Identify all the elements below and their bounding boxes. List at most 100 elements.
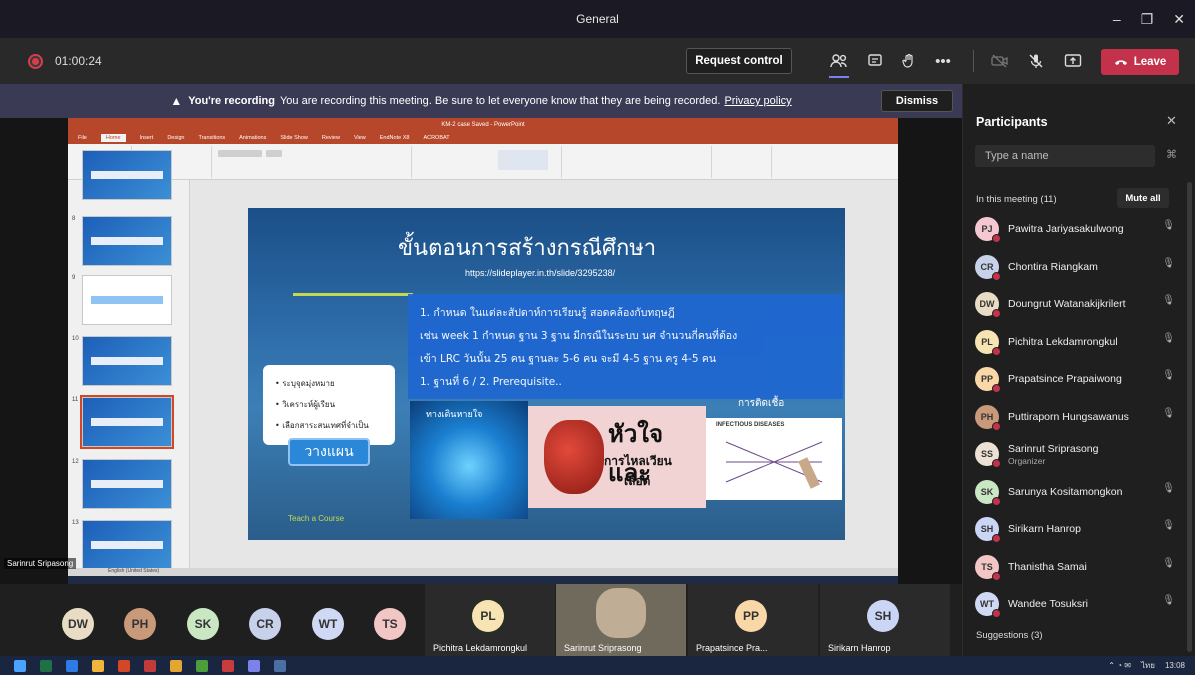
video-tile[interactable]: SH Sirikarn Hanrop <box>820 584 950 656</box>
slide-thumbnail-selected[interactable] <box>80 395 174 449</box>
ppt-tab[interactable]: ACROBAT <box>423 135 449 141</box>
share-screen-icon[interactable] <box>1062 50 1084 72</box>
tray-icons[interactable]: ⌃ ◔ ✉ <box>1108 661 1131 670</box>
participant-row[interactable]: SH Sirikarn Hanrop 🎙 <box>975 516 1175 543</box>
chrome-icon[interactable] <box>196 659 208 672</box>
close-window-button[interactable]: ✕ <box>1173 11 1185 28</box>
participant-row[interactable]: PL Pichitra Lekdamrongkul 🎙 <box>975 329 1175 356</box>
strip-avatar[interactable]: SK <box>187 608 219 640</box>
windows-start-icon[interactable] <box>14 659 26 672</box>
ppt-tab[interactable]: Animations <box>239 135 266 141</box>
mic-muted-icon[interactable]: 🎙 <box>1162 483 1175 494</box>
status-dot-icon <box>992 459 1001 468</box>
ppt-tab[interactable]: Slide Show <box>280 135 308 141</box>
mic-muted-icon[interactable] <box>1025 50 1047 72</box>
mic-muted-icon[interactable]: 🎙 <box>1162 558 1175 569</box>
slide-thumbnail[interactable] <box>82 275 172 325</box>
edge-icon[interactable] <box>66 659 78 672</box>
ppt-tab[interactable]: Review <box>322 135 340 141</box>
ppt-tab[interactable]: EndNote X8 <box>380 135 410 141</box>
participant-row[interactable]: TS Thanistha Samai 🎙 <box>975 554 1175 581</box>
mute-all-button[interactable]: Mute all <box>1117 188 1169 208</box>
chat-icon[interactable] <box>864 50 886 72</box>
strip-avatar[interactable]: WT <box>312 608 344 640</box>
mic-muted-icon[interactable]: 🎙 <box>1162 408 1175 419</box>
mic-muted-icon[interactable]: 🎙 <box>1162 258 1175 269</box>
participant-row[interactable]: CR Chontira Riangkam 🎙 <box>975 254 1175 281</box>
mic-muted-icon[interactable]: 🎙 <box>1162 520 1175 531</box>
font-size-box[interactable] <box>266 150 282 157</box>
slide-thumbnail[interactable] <box>82 336 172 386</box>
slide-thumbnail[interactable] <box>82 459 172 509</box>
slide-thumbnail[interactable] <box>82 520 172 570</box>
panel-scrollbar[interactable] <box>1187 182 1192 652</box>
mic-muted-icon[interactable]: 🎙 <box>1162 333 1175 344</box>
mic-muted-icon[interactable]: 🎙 <box>1162 370 1175 381</box>
file-explorer-icon[interactable] <box>92 659 104 672</box>
dismiss-button[interactable]: Dismiss <box>881 90 953 112</box>
participant-row[interactable]: DW Doungrut Watanakijkrilert 🎙 <box>975 291 1175 318</box>
video-tile[interactable]: PL Pichitra Lekdamrongkul <box>425 584 555 656</box>
mic-muted-icon[interactable]: 🎙 <box>1162 220 1175 231</box>
app-icon[interactable] <box>222 659 234 672</box>
ppt-tab[interactable]: Insert <box>140 135 154 141</box>
slide-thumbnail[interactable] <box>82 216 172 266</box>
ppt-title-bar: KM-2 case Saved - PowerPoint <box>68 118 898 132</box>
ppt-tab[interactable]: View <box>354 135 366 141</box>
participant-row[interactable]: PH Puttiraporn Hungsawanus 🎙 <box>975 404 1175 431</box>
minimize-button[interactable]: – <box>1113 11 1121 27</box>
app-icon[interactable] <box>274 659 286 672</box>
strip-avatar[interactable]: PH <box>124 608 156 640</box>
participant-row[interactable]: PJ Pawitra Jariyasakulwong 🎙 <box>975 216 1175 243</box>
share-link-icon[interactable]: ⌘ <box>1166 148 1177 161</box>
slide-url: https://slideplayer.in.th/slide/3295238/ <box>465 268 616 278</box>
participant-name-block: Sirikarn Hanrop <box>1008 523 1081 535</box>
pdf-icon[interactable] <box>144 659 156 672</box>
video-tile[interactable]: PP Prapatsince Pra... <box>688 584 818 656</box>
camera-off-icon[interactable] <box>989 50 1011 72</box>
participant-search-input[interactable] <box>975 145 1155 167</box>
leave-button[interactable]: Leave <box>1101 49 1179 75</box>
ppt-tab-home[interactable]: Home <box>100 134 126 142</box>
lungs-caption: ทางเดินหายใจ <box>426 410 483 420</box>
teams-icon[interactable] <box>248 659 260 672</box>
taskbar-clock[interactable]: 13:08 <box>1165 661 1185 670</box>
recording-banner: ▲ You're recording You are recording thi… <box>0 84 962 118</box>
participant-row[interactable]: PP Prapatsince Prapaiwong 🎙 <box>975 366 1175 393</box>
powerpoint-icon[interactable] <box>118 659 130 672</box>
participant-row[interactable]: SS Sarinrut Sriprasong Organizer <box>975 441 1175 468</box>
avatar-initials: SK <box>194 617 212 631</box>
ppt-tab[interactable]: Design <box>167 135 184 141</box>
participant-row[interactable]: SK Sarunya Kositamongkon 🎙 <box>975 479 1175 506</box>
participants-icon[interactable] <box>828 50 850 72</box>
suggestions-header[interactable]: Suggestions (3) <box>976 630 1043 641</box>
strip-avatar[interactable]: CR <box>249 608 281 640</box>
in-meeting-count[interactable]: In this meeting (11) <box>976 194 1057 205</box>
video-tile[interactable]: Sarinrut Sriprasong <box>556 584 686 656</box>
ppt-tab[interactable]: File <box>78 135 87 141</box>
slide-number: 11 <box>72 397 79 403</box>
raise-hand-icon[interactable] <box>898 50 920 72</box>
font-name-box[interactable] <box>218 150 262 157</box>
participant-row[interactable]: WT Wandee Tosuksri 🎙 <box>975 591 1175 618</box>
mic-muted-icon[interactable]: 🎙 <box>1162 295 1175 306</box>
excel-icon[interactable] <box>40 659 52 672</box>
close-panel-button[interactable]: ✕ <box>1166 113 1177 129</box>
request-control-button[interactable]: Request control <box>686 48 792 74</box>
app-icon[interactable] <box>170 659 182 672</box>
heart-icon <box>544 420 604 494</box>
more-actions-button[interactable]: ••• <box>932 50 954 72</box>
shapes-gallery[interactable] <box>498 150 548 170</box>
privacy-policy-link[interactable]: Privacy policy <box>724 95 791 107</box>
slide-bullet-box: • ระบุจุดมุ่งหมาย • วิเคราะห์ผู้เรียน • … <box>263 365 395 445</box>
status-dot-icon <box>992 534 1001 543</box>
ppt-tab[interactable]: Transitions <box>198 135 225 141</box>
slide-thumbnail[interactable] <box>82 150 172 200</box>
maximize-button[interactable]: ❐ <box>1141 11 1154 28</box>
strip-avatar[interactable]: DW <box>62 608 94 640</box>
warning-icon: ▲ <box>170 94 183 108</box>
current-slide[interactable]: ขั้นตอนการสร้างกรณีศึกษา https://slidepl… <box>248 208 845 540</box>
strip-avatar[interactable]: TS <box>374 608 406 640</box>
keyboard-language[interactable]: ไทย <box>1141 659 1155 672</box>
mic-muted-icon[interactable]: 🎙 <box>1162 595 1175 606</box>
